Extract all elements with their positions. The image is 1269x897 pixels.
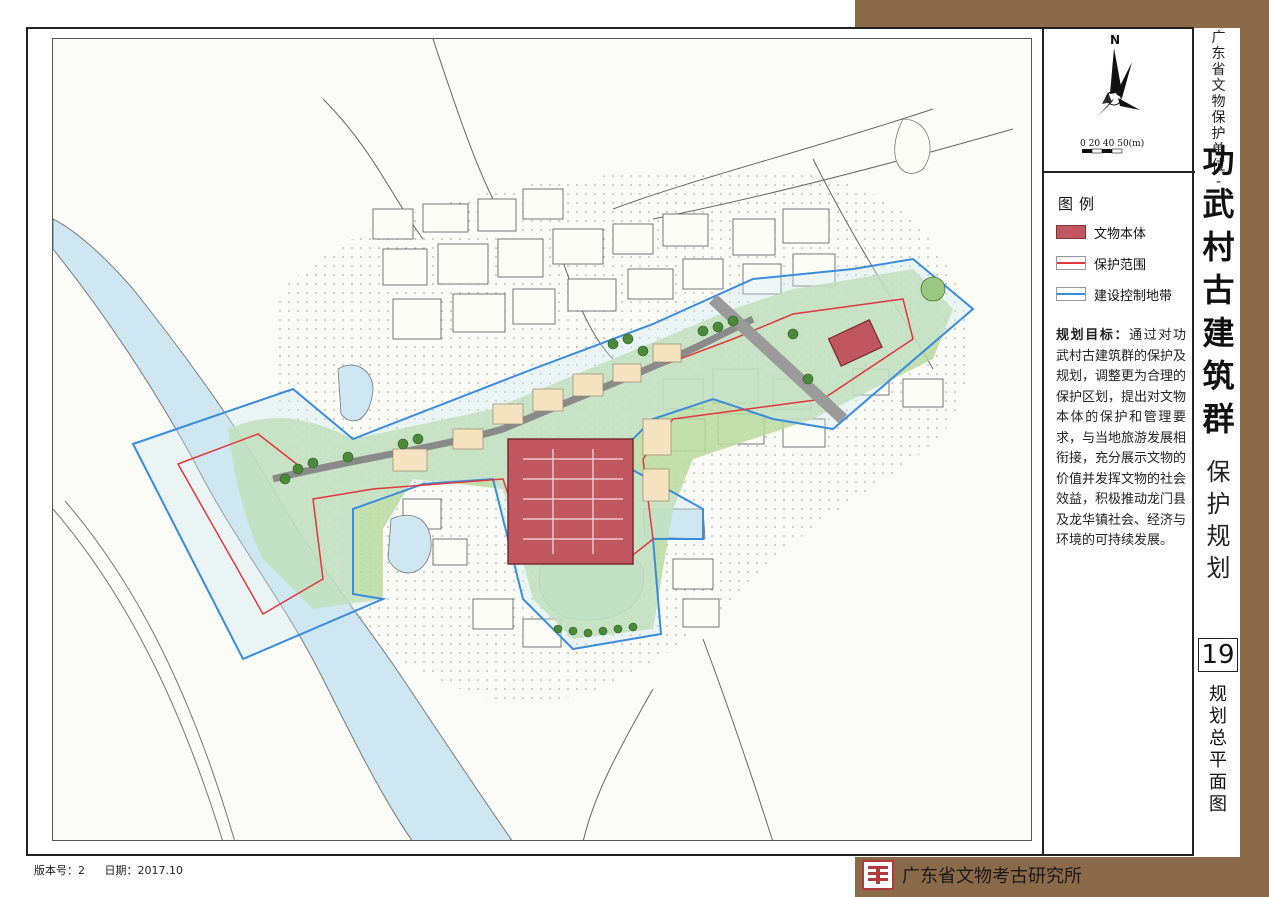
panel-divider bbox=[1042, 28, 1044, 856]
title-char: 古 bbox=[1202, 271, 1235, 309]
main-relic-complex bbox=[507, 438, 634, 565]
title-char: 筑 bbox=[1202, 357, 1235, 395]
planning-goal-text: 通过对功武村古建筑群的保护及规划，调整更为合理的保护区划，提出对文物本体的保护和… bbox=[1056, 328, 1187, 548]
legend-item-control: 建设控制地带 bbox=[1056, 284, 1172, 304]
plan-title: 保 护 规 划 bbox=[1197, 456, 1240, 584]
title-char: 建 bbox=[1202, 314, 1235, 352]
protection-swatch bbox=[1056, 256, 1086, 270]
legend-label: 建设控制地带 bbox=[1094, 288, 1173, 304]
title-char: 文 bbox=[1211, 78, 1226, 94]
title-char: 规 bbox=[1206, 522, 1231, 550]
map-drawing bbox=[53, 39, 1014, 840]
legend-label: 文物本体 bbox=[1094, 226, 1147, 242]
title-char: 保 bbox=[1211, 110, 1226, 126]
title-char: 群 bbox=[1202, 400, 1235, 438]
sheet-name-char: 面 bbox=[1209, 772, 1227, 793]
title-char: 省 bbox=[1211, 62, 1226, 78]
decorative-band-right bbox=[1240, 0, 1269, 897]
sheet-name-char: 平 bbox=[1209, 750, 1227, 771]
site-name-title: 功 武 村 古 建 筑 群 bbox=[1197, 140, 1240, 441]
title-char: 武 bbox=[1202, 185, 1235, 223]
sheet-name-char: 划 bbox=[1209, 706, 1227, 727]
legend-item-protection: 保护范围 bbox=[1056, 253, 1146, 273]
sheet-name-char: 图 bbox=[1209, 794, 1227, 815]
pond-west bbox=[387, 514, 432, 574]
version-number: 版本号：2 bbox=[34, 864, 85, 877]
sheet-name-char: 规 bbox=[1209, 684, 1227, 705]
title-char: 村 bbox=[1202, 228, 1235, 266]
version-info: 版本号：2 日期：2017.10 bbox=[34, 862, 199, 878]
legend-title: 图例 bbox=[1058, 195, 1101, 213]
title-char: 护 bbox=[1206, 490, 1231, 518]
sheet-name: 规 划 总 平 面 图 bbox=[1198, 680, 1238, 856]
north-arrow-scale: N 0 20 40 50(m) bbox=[1070, 32, 1180, 157]
title-char: 保 bbox=[1206, 458, 1231, 486]
decorative-band-top bbox=[855, 0, 1269, 28]
institute-block: 广东省文物考古研究所 bbox=[862, 860, 1082, 890]
title-char: 广 bbox=[1211, 30, 1226, 46]
sheet-number: 19 bbox=[1198, 638, 1238, 672]
north-label: N bbox=[1110, 33, 1120, 47]
compass-icon: N 0 20 40 50(m) bbox=[1080, 33, 1144, 154]
title-char: 划 bbox=[1206, 554, 1231, 582]
scale-label: 0 20 40 50(m) bbox=[1080, 138, 1144, 149]
planning-goal: 规划目标：通过对功武村古建筑群的保护及规划，调整更为合理的保护区划，提出对文物本… bbox=[1056, 326, 1186, 552]
version-date: 日期：2017.10 bbox=[104, 864, 184, 877]
title-char: 东 bbox=[1211, 46, 1226, 62]
sheet-name-char: 总 bbox=[1209, 728, 1227, 749]
site-plan-map[interactable] bbox=[52, 38, 1032, 841]
relic-swatch bbox=[1056, 225, 1086, 239]
legend-label: 保护范围 bbox=[1094, 257, 1147, 273]
institute-logo-icon bbox=[862, 860, 894, 890]
institute-name: 广东省文物考古研究所 bbox=[902, 866, 1082, 887]
legend-item-relic: 文物本体 bbox=[1056, 222, 1146, 242]
control-swatch bbox=[1056, 287, 1086, 301]
title-char: 物 bbox=[1211, 94, 1226, 110]
planning-goal-heading: 规划目标： bbox=[1056, 328, 1130, 343]
compass-divider bbox=[1043, 171, 1195, 173]
title-char: 功 bbox=[1202, 142, 1235, 180]
